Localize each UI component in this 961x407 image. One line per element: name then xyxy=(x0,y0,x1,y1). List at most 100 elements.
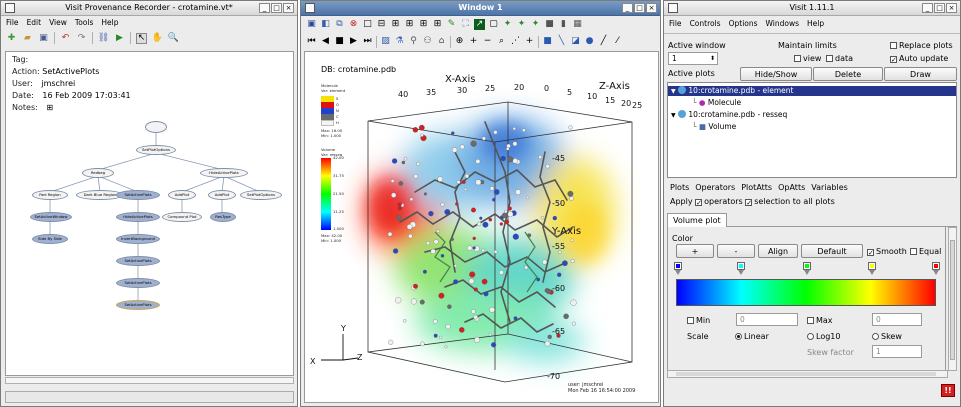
plot-icon[interactable]: ↗ xyxy=(474,19,485,30)
tree-node[interactable]: SetPlotOptions xyxy=(240,190,282,200)
max-checkbox[interactable]: Max xyxy=(807,316,833,325)
point-tool-icon[interactable]: ╱ xyxy=(598,36,609,47)
lineout-icon[interactable]: ⚇ xyxy=(422,36,433,47)
window-icon[interactable]: ◧ xyxy=(320,19,331,30)
interactor-icon[interactable]: ✎ xyxy=(446,19,457,30)
execute-icon[interactable]: ▶ xyxy=(114,33,125,44)
tree-node[interactable]: HideActivePlots xyxy=(200,168,248,178)
align-button[interactable]: Align xyxy=(758,244,798,258)
zoom-in-icon[interactable]: + xyxy=(468,36,479,47)
tree-node[interactable]: AddPlot xyxy=(168,190,196,200)
close-button[interactable]: × xyxy=(283,3,294,13)
first-frame-icon[interactable]: ⏮ xyxy=(306,36,317,47)
menu-file[interactable]: File xyxy=(669,19,682,28)
close-button[interactable]: × xyxy=(646,3,657,13)
maximize-button[interactable]: □ xyxy=(934,3,945,13)
layout-9-icon[interactable]: ⊞ xyxy=(418,19,429,30)
new-file-icon[interactable]: ✚ xyxy=(6,33,17,44)
operators-menu[interactable]: Operators xyxy=(695,183,735,192)
tree-node[interactable]: InvertBackground xyxy=(116,234,160,244)
operator-icon[interactable]: ✦ xyxy=(502,19,513,30)
viewer-titlebar[interactable]: Window 1 _ □ × xyxy=(301,1,660,16)
tree-node[interactable]: SetActiveWindow xyxy=(30,212,72,222)
delete-button[interactable]: Delete xyxy=(813,67,883,81)
hide-icon[interactable]: ⚲ xyxy=(408,36,419,47)
render-canvas[interactable]: DB: crotamine.pdb Molecule Var: element … xyxy=(304,51,659,403)
save-icon[interactable]: ▣ xyxy=(38,33,49,44)
plot-row-resseq[interactable]: ▼ 10:crotamine.pdb - resseq xyxy=(668,110,956,120)
maximize-button[interactable]: □ xyxy=(271,3,282,13)
collapse-arrow-icon[interactable]: ▼ xyxy=(671,88,676,95)
pick-node-icon[interactable]: + xyxy=(524,36,535,47)
tree-node[interactable]: Side By Side xyxy=(32,234,68,244)
operator-2-icon[interactable]: ✦ xyxy=(516,19,527,30)
navigate-mode-icon[interactable]: ▣ xyxy=(306,19,317,30)
equal-checkbox[interactable]: Equal xyxy=(910,247,941,256)
tree-node-selected[interactable]: SetActivePlots xyxy=(116,300,160,310)
menu-tools[interactable]: Tools xyxy=(75,18,93,27)
linear-radio[interactable]: Linear xyxy=(735,332,769,341)
panel-horizontal-scrollbar[interactable] xyxy=(667,370,948,378)
plot-child-volume[interactable]: └ ■ Volume xyxy=(668,122,956,132)
zoom-out-icon[interactable]: − xyxy=(482,36,493,47)
pan-icon[interactable]: ✋ xyxy=(152,33,163,44)
color-point-handle[interactable] xyxy=(932,262,940,275)
color-point-handle[interactable] xyxy=(674,262,682,275)
color-spectrum-bar[interactable] xyxy=(676,279,936,306)
menu-help[interactable]: Help xyxy=(101,18,118,27)
layout-16-icon[interactable]: ⊞ xyxy=(432,19,443,30)
operators-checkbox[interactable]: ✓ operators xyxy=(695,197,743,207)
tree-node[interactable]: SetActivePlots xyxy=(116,278,160,288)
menu-windows[interactable]: Windows xyxy=(766,19,799,28)
smooth-checkbox[interactable]: ✓ Smooth xyxy=(867,247,907,257)
layout-1-icon[interactable]: □ xyxy=(362,19,373,30)
delete-window-icon[interactable]: ⊗ xyxy=(348,19,359,30)
zoom-icon[interactable]: 🔍 xyxy=(168,33,179,44)
min-field[interactable]: 0 xyxy=(736,313,798,326)
plane-tool-icon[interactable]: ◪ xyxy=(570,36,581,47)
redo-icon[interactable]: ↷ xyxy=(76,33,87,44)
close-button[interactable]: × xyxy=(946,3,957,13)
tree-node[interactable]: Compound Plot xyxy=(162,212,202,222)
cylinder-icon[interactable]: ▮ xyxy=(558,19,569,30)
remove-point-button[interactable]: - xyxy=(717,244,755,258)
menu-controls[interactable]: Controls xyxy=(690,19,721,28)
sphere-tool-icon[interactable]: ● xyxy=(584,36,595,47)
skew-radio[interactable]: Skew xyxy=(872,332,902,341)
view-checkbox[interactable]: view xyxy=(794,54,821,63)
layout-4-icon[interactable]: ⊞ xyxy=(390,19,401,30)
log10-radio[interactable]: Log10 xyxy=(807,332,840,341)
pipeline-icon[interactable]: ⛓ xyxy=(98,33,109,44)
play-icon[interactable]: ▶ xyxy=(348,36,359,47)
selection-checkbox[interactable]: ✓ selection to all plots xyxy=(745,197,835,207)
tree-node[interactable]: Redbeg xyxy=(82,168,114,178)
tree-node[interactable]: AddPlot xyxy=(208,190,236,200)
undo-icon[interactable]: ↶ xyxy=(60,33,71,44)
minimize-button[interactable]: _ xyxy=(622,3,633,13)
minimize-button[interactable]: _ xyxy=(259,3,270,13)
tree-node[interactable]: ResType xyxy=(210,212,236,222)
stop-icon[interactable]: ■ xyxy=(334,36,345,47)
navigate-icon[interactable]: ⊕ xyxy=(454,36,465,47)
color-point-handle[interactable] xyxy=(803,262,811,275)
menu-view[interactable]: View xyxy=(49,18,67,27)
collapse-arrow-icon[interactable]: ▼ xyxy=(671,112,676,119)
layout-2-icon[interactable]: ⊟ xyxy=(376,19,387,30)
menu-edit[interactable]: Edit xyxy=(27,18,42,27)
panel-vertical-scrollbar[interactable] xyxy=(948,227,957,371)
tree-node[interactable]: SetPlotOptions xyxy=(136,145,176,155)
box-icon[interactable]: ■ xyxy=(544,19,555,30)
tree-node[interactable]: Red Region xyxy=(32,190,68,200)
active-window-spinbox[interactable]: 1 ⬍ xyxy=(668,52,718,65)
open-folder-icon[interactable]: ▰ xyxy=(22,33,33,44)
plot-child-molecule[interactable]: └ ● Molecule xyxy=(668,98,956,108)
tree-node[interactable]: SetActivePlots xyxy=(116,190,160,200)
provenance-titlebar[interactable]: Visit Provenance Recorder - crotamine.vt… xyxy=(1,1,297,16)
image-icon[interactable]: ▨ xyxy=(380,36,391,47)
minimize-button[interactable]: _ xyxy=(922,3,933,13)
lock-icon[interactable]: ⛶ xyxy=(460,19,471,30)
pick-zone-icon[interactable]: ⌕ xyxy=(496,36,507,47)
layout-8-icon[interactable]: ⊞ xyxy=(404,19,415,30)
warning-icon[interactable]: !! xyxy=(941,384,955,397)
axis-tool-icon[interactable]: ⁄ xyxy=(612,36,623,47)
